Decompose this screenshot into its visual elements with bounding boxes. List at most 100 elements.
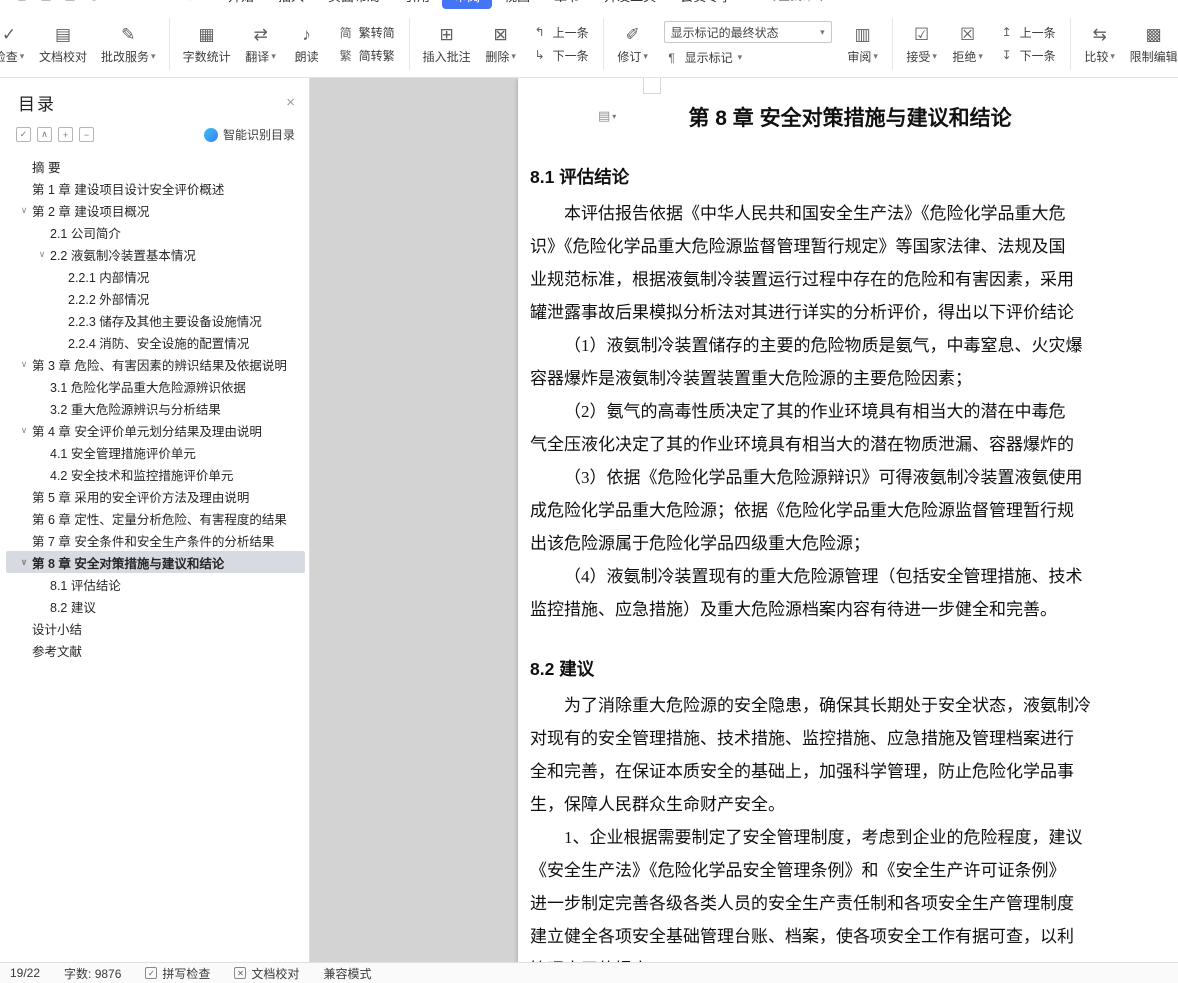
doc-proofread-toggle[interactable]: ✕ 文档校对 <box>234 965 299 982</box>
track-changes-icon: ✐ <box>625 25 640 44</box>
tab-引用[interactable]: 引用 <box>392 0 442 9</box>
reject-change-button[interactable]: ☒ 拒绝 ▾ <box>945 13 991 75</box>
next-comment-button[interactable]: ↳ 下一条 <box>532 47 589 64</box>
toc-expand-icon[interactable]: + <box>58 127 73 142</box>
toc-item-label: 设计小结 <box>32 622 83 637</box>
preview-icon[interactable]: ◎ <box>82 0 106 2</box>
prev-comment-button[interactable]: ↰ 上一条 <box>532 24 589 41</box>
toc-item[interactable]: 第 6 章 定性、定量分析危险、有害程度的结果 <box>6 507 305 529</box>
document-text-line: 进一步制定完善各级各类人员的安全生产责任制和各项安全生产管理制度 <box>530 894 1074 913</box>
file-icon[interactable]: ▢ <box>10 0 34 2</box>
toc-panel-title: 目录 <box>18 95 56 114</box>
toc-item[interactable]: 2.2.4 消防、安全设施的配置情况 <box>6 331 305 353</box>
page-options-icon[interactable]: ▤ ▾ <box>598 108 616 124</box>
toc-item[interactable]: 2.2.3 储存及其他主要设备设施情况 <box>6 309 305 331</box>
toc-item-label: 第 7 章 安全条件和安全生产条件的分析结果 <box>32 534 275 549</box>
display-state-dropdown[interactable]: 显示标记的最终状态 ▾ <box>663 21 832 43</box>
toc-item[interactable]: 第 5 章 采用的安全评价方法及理由说明 <box>6 485 305 507</box>
document-text-line: 《安全生产法》《危险化学品安全管理条例》和《安全生产许可证条例》 <box>530 861 1066 880</box>
button-stack: ↥ 上一条 ↧ 下一条 <box>991 24 1064 64</box>
document-text-line: （4）液氨制冷装置现有的重大危险源管理（包括安全管理措施、技术 <box>564 567 1083 586</box>
dropdown-caret-icon: ▾ <box>820 26 825 37</box>
chevron-down-icon[interactable]: ∨ <box>16 557 32 568</box>
tab-开始[interactable]: 开始 <box>216 0 266 9</box>
toc-item[interactable]: 2.1 公司简介 <box>6 221 305 243</box>
toc-item[interactable]: 第 7 章 安全条件和安全生产条件的分析结果 <box>6 529 305 551</box>
chevron-down-icon[interactable]: ∨ <box>16 205 32 216</box>
tab-开发工具[interactable]: 开发工具 <box>592 0 668 9</box>
ruler-toggle[interactable] <box>643 78 661 94</box>
chevron-down-icon[interactable]: ∨ <box>34 249 50 260</box>
toc-collapse-icon[interactable]: − <box>79 127 94 142</box>
document-sections: 8.1 评估结论 本评估报告依据《中华人民共和国安全生产法》《危险化学品重大危 识》… <box>530 164 1170 962</box>
tab-审阅[interactable]: 审阅 <box>442 0 493 9</box>
smart-toc-label: 智能识别目录 <box>222 128 295 142</box>
word-count-indicator[interactable]: 字数: 9876 <box>64 965 121 982</box>
accept-change-button[interactable]: ☑ 接受 ▾ <box>899 13 945 75</box>
toc-item[interactable]: ∨ 2.2 液氨制冷装置基本情况 <box>6 243 305 265</box>
toc-item-label: 2.2.1 内部情况 <box>68 270 150 285</box>
toc-panel: 目录 × ✓ ∧ + − 智能识别目录 摘 要第 1 章 建设项目设计安全评价概… <box>0 78 310 962</box>
dropdown-caret-icon: ▾ <box>151 51 156 61</box>
toc-item-label: 第 6 章 定性、定量分析危险、有害程度的结果 <box>32 512 287 527</box>
toc-item-label: 第 4 章 安全评价单元划分结果及理由说明 <box>32 424 262 439</box>
review-pane-button[interactable]: ▥ 审阅 ▾ <box>840 13 886 75</box>
spell-check-toggle[interactable]: ✓ 拼写检查 <box>145 965 210 982</box>
toc-item-label: 2.2.2 外部情况 <box>68 292 150 307</box>
page-indicator[interactable]: 19/22 <box>10 966 40 980</box>
toc-item[interactable]: ∨ 第 4 章 安全评价单元划分结果及理由说明 <box>6 419 305 441</box>
prev-change-button[interactable]: ↥ 上一条 <box>999 24 1056 41</box>
track-changes-button[interactable]: ✐ 修订 ▾ <box>610 13 656 75</box>
document-page[interactable]: ▤ ▾ 第 8 章 安全对策措施与建议和结论 8.1 评估结论 本评估报告依据《中华… <box>518 78 1178 962</box>
document-text-line: （1）液氨制冷装置储存的主要的危险物质是氨气，中毒窒息、火灾爆 <box>564 336 1083 355</box>
toc-collapse-all-icon[interactable]: ∧ <box>37 127 52 142</box>
next-change-button[interactable]: ↧ 下一条 <box>999 47 1056 64</box>
tab-插入[interactable]: 插入 <box>266 0 316 9</box>
mode-icon[interactable]: ◇ <box>178 0 202 2</box>
tab-会员专享[interactable]: 会员专享 <box>668 0 744 9</box>
simp-to-trad-button[interactable]: 繁简转繁 <box>338 47 395 64</box>
close-icon[interactable]: × <box>286 94 295 111</box>
toc-item[interactable]: ∨ 第 2 章 建设项目概况 <box>6 199 305 221</box>
restrict-edit-button[interactable]: ▩ 限制编辑 <box>1123 13 1178 75</box>
toc-item[interactable]: 3.1 危险化学品重大危险源辨识依据 <box>6 375 305 397</box>
toc-item[interactable]: 设计小结 <box>6 617 305 639</box>
tab-视图[interactable]: 视图 <box>492 0 542 9</box>
menu-tab-bar: ▢▤▣◎↶↷≡◇ 开始插入页面布局引用审阅视图章节开发工具会员专享 查找命令 <box>0 0 1178 10</box>
toc-item[interactable]: 2.2.1 内部情况 <box>6 265 305 287</box>
delete-comment-button[interactable]: ⊠ 删除 ▾ <box>478 13 524 75</box>
compare-button[interactable]: ⇆ 比较 ▾ <box>1077 13 1123 75</box>
toc-item[interactable]: 8.2 建议 <box>6 595 305 617</box>
tab-章节[interactable]: 章节 <box>542 0 592 9</box>
doc-proofread-button[interactable]: ▤ 文档校对 <box>32 13 94 75</box>
toc-item[interactable]: ∨ 第 3 章 危险、有害因素的辨识结果及依据说明 <box>6 353 305 375</box>
tab-页面布局[interactable]: 页面布局 <box>316 0 392 9</box>
correction-service-button[interactable]: ✎ 批改服务 ▾ <box>94 13 163 75</box>
read-aloud-button[interactable]: ♪ 朗读 <box>284 13 330 75</box>
toc-item[interactable]: ∨ 第 8 章 安全对策措施与建议和结论 <box>6 551 305 573</box>
chevron-down-icon[interactable]: ∨ <box>16 359 32 370</box>
find-command[interactable]: 查找命令 <box>764 0 826 4</box>
chevron-down-icon[interactable]: ∨ <box>16 425 32 436</box>
save-icon[interactable]: ▤ <box>34 0 58 2</box>
redo-icon[interactable]: ↷ <box>130 0 154 2</box>
trad-to-simp-button[interactable]: 简繁转简 <box>338 24 395 41</box>
toc-item[interactable]: 第 1 章 建设项目设计安全评价概述 <box>6 177 305 199</box>
print-icon[interactable]: ▣ <box>58 0 82 2</box>
toc-locate-icon[interactable]: ✓ <box>16 127 31 142</box>
toc-item[interactable]: 4.1 安全管理措施评价单元 <box>6 441 305 463</box>
toc-item[interactable]: 3.2 重大危险源辨识与分析结果 <box>6 397 305 419</box>
smart-toc-button[interactable]: 智能识别目录 <box>203 126 295 143</box>
toc-item[interactable]: 8.1 评估结论 <box>6 573 305 595</box>
toc-item[interactable]: 参考文献 <box>6 639 305 661</box>
translate-button[interactable]: ⇄ 翻译 ▾ <box>238 13 284 75</box>
toc-item[interactable]: 4.2 安全技术和监控措施评价单元 <box>6 463 305 485</box>
toc-item[interactable]: 2.2.2 外部情况 <box>6 287 305 309</box>
undo-icon[interactable]: ↶ <box>106 0 130 2</box>
spell-check-button[interactable]: ✓ 检查▾ <box>0 13 32 75</box>
format-icon[interactable]: ≡ <box>154 0 178 2</box>
word-count-button[interactable]: ▦ 字数统计 <box>176 13 238 75</box>
show-markup-button[interactable]: ¶ 显示标记 ▾ <box>664 49 832 66</box>
toc-item[interactable]: 摘 要 <box>6 155 305 177</box>
insert-comment-button[interactable]: ⊞ 插入批注 <box>416 13 478 75</box>
